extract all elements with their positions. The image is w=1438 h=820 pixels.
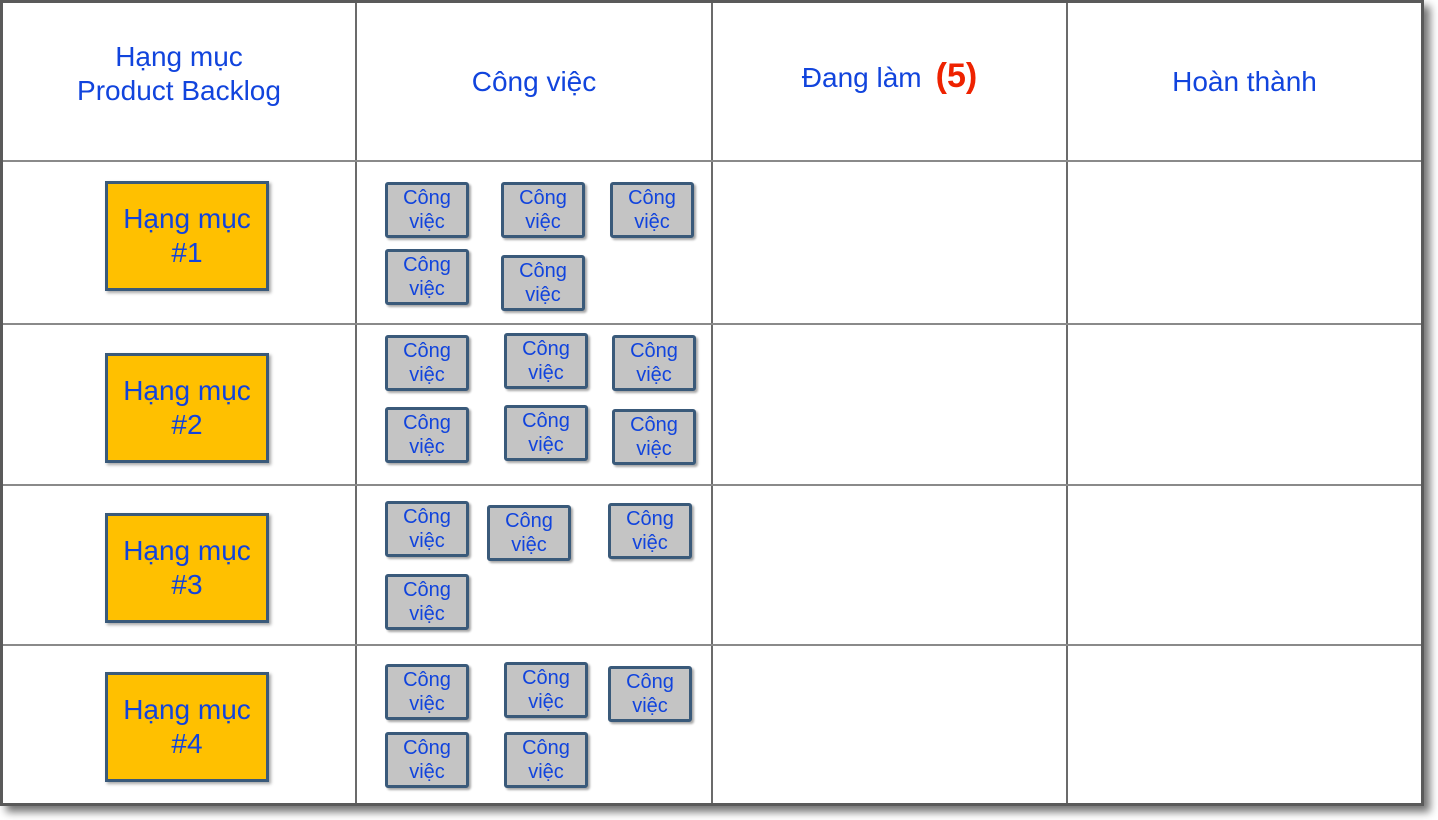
task-card[interactable]: Công việc	[612, 409, 696, 465]
item-label: Hạng mục	[123, 203, 251, 234]
task-card[interactable]: Công việc	[504, 732, 588, 788]
header-done: Hoàn thành	[1172, 66, 1317, 97]
backlog-item-card[interactable]: Hạng mục #3	[105, 513, 269, 623]
task-card[interactable]: Công việc	[608, 503, 692, 559]
row-divider	[3, 484, 1421, 486]
wip-limit: (5)	[935, 57, 978, 95]
item-label: Hạng mục	[123, 535, 251, 566]
task-card[interactable]: Công việc	[385, 574, 469, 630]
task-card[interactable]: Công việc	[612, 335, 696, 391]
header-tasks: Công việc	[471, 66, 597, 97]
task-card[interactable]: Công việc	[504, 405, 588, 461]
row-divider	[3, 644, 1421, 646]
task-card[interactable]: Công việc	[487, 505, 571, 561]
item-number: #2	[171, 409, 203, 440]
item-label: Hạng mục	[123, 375, 251, 406]
task-card[interactable]: Công việc	[501, 182, 585, 238]
header-in-progress-label: Đang làm	[801, 62, 922, 93]
item-number: #4	[171, 728, 203, 759]
item-label: Hạng mục	[123, 694, 251, 725]
task-card[interactable]: Công việc	[504, 662, 588, 718]
column-divider	[711, 3, 713, 803]
task-card[interactable]: Công việc	[385, 501, 469, 557]
task-card[interactable]: Công việc	[501, 255, 585, 311]
header-backlog-line1: Hạng mục	[115, 41, 243, 72]
backlog-item-card[interactable]: Hạng mục #4	[105, 672, 269, 782]
task-card[interactable]: Công việc	[385, 664, 469, 720]
task-card[interactable]: Công việc	[385, 335, 469, 391]
header-in-progress: Đang làm (5)	[713, 59, 1066, 95]
backlog-item-card[interactable]: Hạng mục #2	[105, 353, 269, 463]
header-backlog: Hạng mục Product Backlog	[3, 40, 355, 108]
backlog-item-card[interactable]: Hạng mục #1	[105, 181, 269, 291]
header-backlog-line2: Product Backlog	[77, 75, 281, 106]
task-card[interactable]: Công việc	[385, 407, 469, 463]
task-card[interactable]: Công việc	[610, 182, 694, 238]
row-divider	[3, 323, 1421, 325]
task-card[interactable]: Công việc	[504, 333, 588, 389]
task-card[interactable]: Công việc	[385, 249, 469, 305]
column-divider	[1066, 3, 1068, 803]
item-number: #1	[171, 237, 203, 268]
row-divider	[3, 160, 1421, 162]
task-card[interactable]: Công việc	[385, 182, 469, 238]
task-card[interactable]: Công việc	[608, 666, 692, 722]
column-divider	[355, 3, 357, 803]
item-number: #3	[171, 569, 203, 600]
task-card[interactable]: Công việc	[385, 732, 469, 788]
scrum-board: Hạng mục Product Backlog Công việc Đang …	[0, 0, 1424, 806]
